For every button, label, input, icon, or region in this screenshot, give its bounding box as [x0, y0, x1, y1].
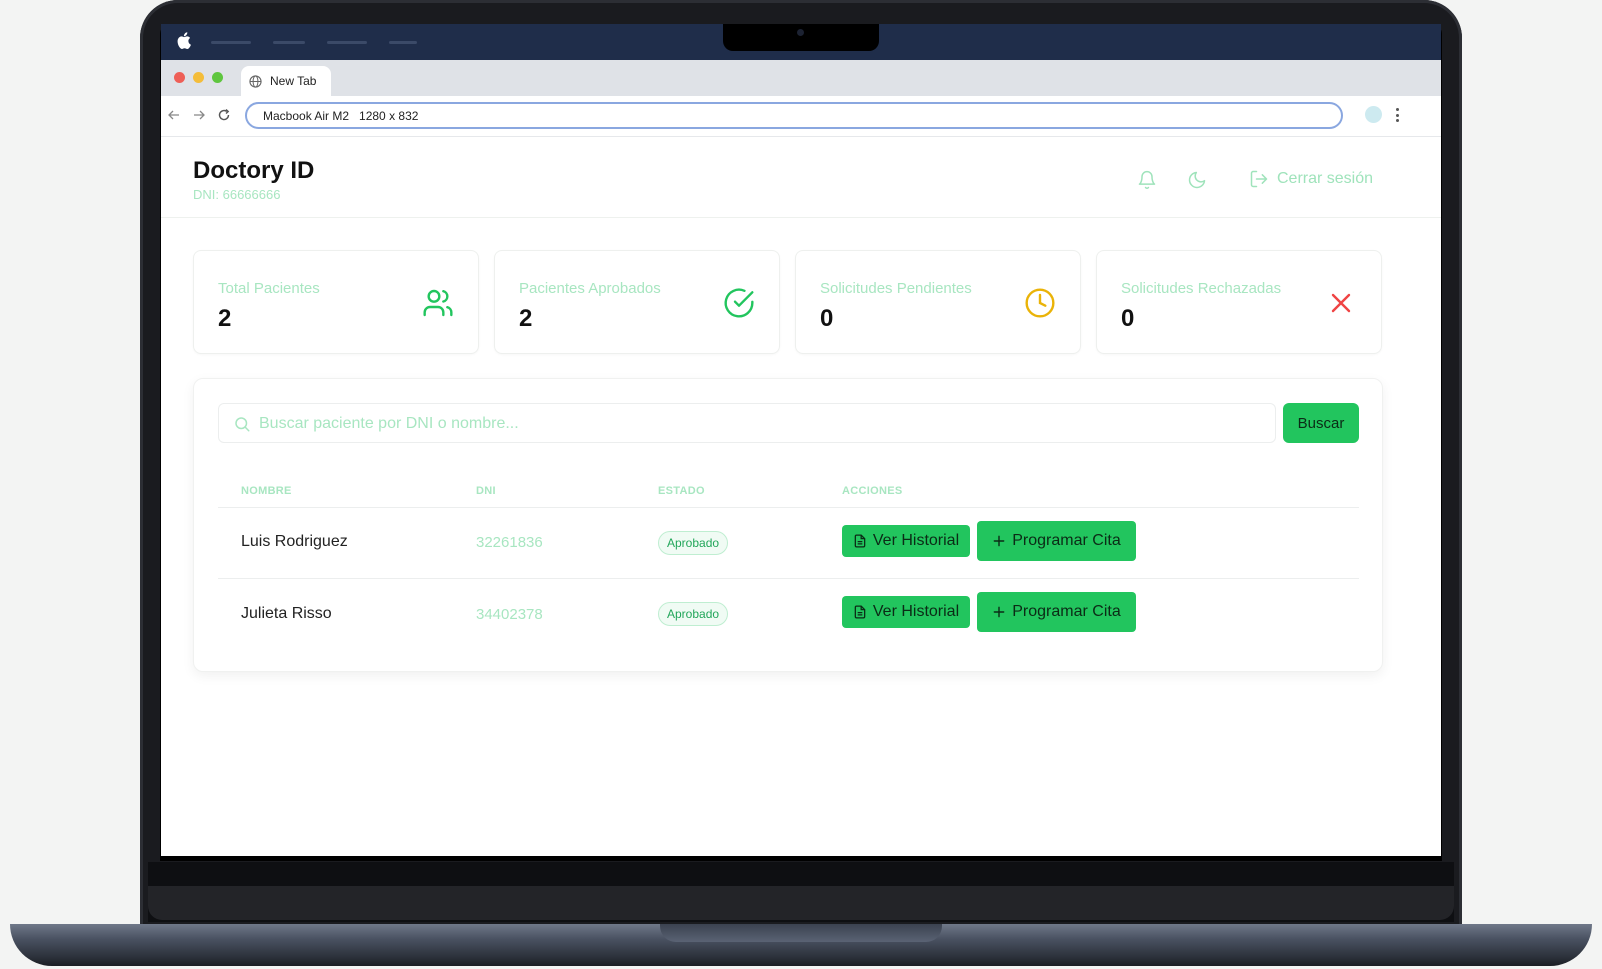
schedule-appointment-label: Programar Cita — [1012, 532, 1121, 549]
schedule-appointment-button[interactable]: Programar Cita — [977, 592, 1136, 632]
plus-icon — [993, 606, 1005, 618]
doctor-dni: DNI: 66666666 — [193, 187, 281, 202]
macos-menubar — [161, 24, 1441, 60]
column-header-name: NOMBRE — [241, 485, 292, 497]
camera-notch — [723, 24, 879, 51]
logout-icon — [1250, 170, 1268, 188]
laptop-hinge — [148, 886, 1454, 920]
search-button[interactable]: Buscar — [1283, 403, 1359, 443]
stat-label: Total Pacientes — [218, 280, 320, 297]
stat-card-pending-requests: Solicitudes Pendientes 0 — [795, 250, 1081, 354]
search-box — [218, 403, 1276, 444]
screen: New Tab Macbook Air M2 1280 x 832 Doctor… — [161, 24, 1441, 856]
stat-value: 2 — [519, 305, 533, 332]
users-icon — [423, 289, 453, 317]
x-icon — [1331, 293, 1351, 313]
stat-card-rejected-requests: Solicitudes Rechazadas 0 — [1096, 250, 1382, 354]
profile-avatar[interactable] — [1365, 106, 1382, 123]
status-badge: Aprobado — [658, 602, 729, 626]
patient-dni: 34402378 — [476, 606, 543, 623]
menubar-item[interactable] — [389, 41, 417, 44]
patient-dni: 32261836 — [476, 534, 543, 551]
search-icon — [235, 417, 250, 432]
close-window-button[interactable] — [174, 72, 185, 83]
bell-icon[interactable] — [1137, 170, 1157, 190]
document-icon — [854, 534, 866, 548]
forward-arrow-icon[interactable] — [192, 108, 206, 122]
view-history-button[interactable]: Ver Historial — [842, 596, 970, 628]
maximize-window-button[interactable] — [212, 72, 223, 83]
laptop-opening-notch — [660, 924, 942, 942]
stat-value: 0 — [820, 305, 834, 332]
view-history-label: Ver Historial — [872, 532, 960, 549]
plus-icon — [993, 535, 1005, 547]
clock-icon — [1025, 288, 1055, 318]
camera-icon — [797, 29, 804, 36]
address-bar[interactable]: Macbook Air M2 1280 x 832 — [245, 102, 1343, 129]
view-history-label: Ver Historial — [872, 603, 960, 620]
schedule-appointment-button[interactable]: Programar Cita — [977, 521, 1136, 561]
logout-button[interactable]: Cerrar sesión — [1249, 169, 1373, 189]
minimize-window-button[interactable] — [193, 72, 204, 83]
menubar-item[interactable] — [273, 41, 305, 44]
app-title: Doctory ID — [193, 157, 315, 184]
stat-value: 2 — [218, 305, 232, 332]
apple-logo-icon[interactable] — [177, 32, 191, 49]
search-input[interactable] — [257, 404, 1261, 444]
browser-tab-title: New Tab — [270, 74, 317, 88]
browser-tabstrip: New Tab — [161, 60, 1441, 96]
status-badge: Aprobado — [658, 531, 729, 555]
browser-tab[interactable]: New Tab — [241, 66, 331, 96]
stat-card-total-patients: Total Pacientes 2 — [193, 250, 479, 354]
stat-label: Pacientes Aprobados — [519, 280, 661, 297]
browser-toolbar: Macbook Air M2 1280 x 832 — [161, 96, 1441, 137]
column-header-actions: ACCIONES — [842, 485, 903, 497]
stat-value: 0 — [1121, 305, 1135, 332]
table-divider — [218, 578, 1359, 579]
moon-icon[interactable] — [1187, 170, 1207, 190]
stat-card-approved-patients: Pacientes Aprobados 2 — [494, 250, 780, 354]
document-icon — [854, 605, 866, 619]
column-header-dni: DNI — [476, 485, 496, 497]
schedule-appointment-label: Programar Cita — [1012, 603, 1121, 620]
app-header: Doctory ID DNI: 66666666 Cerrar sesión — [161, 137, 1441, 218]
back-arrow-icon[interactable] — [167, 108, 181, 122]
stat-label: Solicitudes Pendientes — [820, 280, 972, 297]
table-divider — [218, 507, 1359, 508]
column-header-status: ESTADO — [658, 485, 705, 497]
logout-label: Cerrar sesión — [1277, 170, 1374, 187]
patient-name: Julieta Risso — [241, 605, 332, 622]
patients-panel: Buscar NOMBRE DNI ESTADO ACCIONES Luis R… — [193, 378, 1383, 672]
check-circle-icon — [724, 288, 754, 318]
stat-label: Solicitudes Rechazadas — [1121, 280, 1282, 297]
app: Doctory ID DNI: 66666666 Cerrar sesión T… — [161, 137, 1441, 856]
globe-icon — [249, 74, 262, 88]
address-bar-text: Macbook Air M2 1280 x 832 — [263, 108, 419, 123]
menubar-item[interactable] — [211, 41, 251, 44]
browser-menu-icon[interactable] — [1395, 108, 1399, 122]
patient-name: Luis Rodriguez — [241, 533, 348, 550]
view-history-button[interactable]: Ver Historial — [842, 525, 970, 557]
menubar-item[interactable] — [327, 41, 367, 44]
reload-icon[interactable] — [217, 108, 231, 122]
